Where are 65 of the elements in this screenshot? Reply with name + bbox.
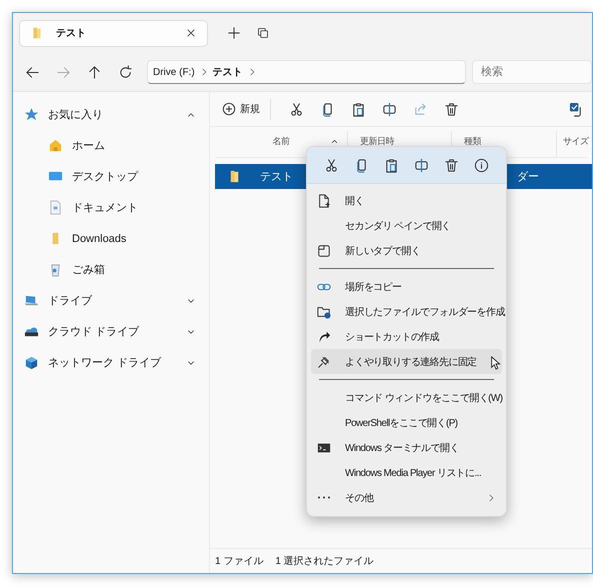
close-icon[interactable] [185, 27, 197, 39]
folder-badge-icon [317, 304, 331, 318]
terminal-icon [317, 440, 331, 454]
cursor-icon [489, 355, 503, 371]
table-cell-text: テスト [260, 170, 293, 184]
menu-item[interactable]: 新しいタブで開く [311, 238, 502, 263]
sidebar-item[interactable]: ネットワーク ドライブ [13, 347, 209, 378]
breadcrumb-item[interactable]: Drive (F:) [153, 66, 195, 78]
cut-icon[interactable] [289, 102, 304, 116]
select-icon[interactable] [569, 102, 584, 116]
paste-icon[interactable] [384, 158, 400, 172]
status-text: 1 選択されたファイル [275, 555, 374, 568]
column-header[interactable]: 種類 [464, 135, 556, 148]
rename-icon[interactable] [382, 102, 397, 116]
sort-caret-icon [330, 137, 339, 146]
delete-icon[interactable] [444, 158, 459, 172]
column-header[interactable]: サイズ [563, 135, 588, 148]
paste-icon[interactable] [351, 102, 366, 116]
sidebar-item[interactable]: ホーム [13, 130, 209, 161]
column-header[interactable]: 更新日時 [360, 135, 451, 148]
sidebar-item[interactable]: ごみ箱 [13, 254, 209, 285]
menu-item[interactable]: コマンド ウィンドウをここで開く(W) [311, 385, 502, 410]
house-icon [48, 138, 63, 153]
column-header[interactable]: 名前 [227, 135, 347, 148]
cut-icon[interactable] [324, 158, 340, 172]
tabs-icon[interactable] [257, 27, 269, 39]
info-icon[interactable] [474, 158, 489, 172]
back-icon[interactable] [25, 64, 40, 80]
breadcrumb-item[interactable]: テスト [212, 65, 243, 79]
search-field[interactable]: 検索 [472, 60, 592, 84]
document-icon [48, 200, 63, 215]
refresh-icon[interactable] [118, 64, 133, 80]
star-icon [24, 107, 39, 122]
sidebar-item[interactable]: クラウド ドライブ [13, 316, 209, 347]
laptop-icon [24, 293, 39, 308]
sidebar-item[interactable]: ドキュメント [13, 192, 209, 223]
copy-icon[interactable] [320, 102, 335, 116]
menu-item[interactable]: その他 [311, 485, 502, 510]
address-field[interactable]: Drive (F:) テスト [147, 60, 466, 84]
rename-icon[interactable] [414, 158, 429, 172]
new-button[interactable]: 新規 [218, 99, 264, 119]
sidebar-item[interactable]: ドライブ [13, 285, 209, 316]
status-text: 1 ファイル [215, 555, 264, 568]
more-icon [317, 496, 331, 498]
plus-circle-icon [222, 102, 236, 116]
window-tab[interactable]: テスト [20, 20, 207, 46]
menu-item[interactable]: よくやり取りする連絡先に固定 [311, 349, 502, 374]
page-icon [317, 194, 331, 208]
tab-icon [317, 244, 331, 258]
menu-item[interactable]: ショートカットの作成 [311, 324, 502, 349]
menu-item[interactable]: Windows Media Player リストに... [311, 460, 502, 485]
menu-item[interactable]: Windows ターミナルで開く [311, 435, 502, 460]
plus-icon[interactable] [227, 26, 241, 40]
table-cell: ダー [517, 171, 539, 183]
cube-icon [24, 355, 39, 370]
menu-item[interactable]: PowerShellをここで開く(P) [311, 410, 502, 435]
menu-item[interactable]: セカンダリ ペインで開く [311, 213, 502, 238]
sidebar-item[interactable]: Downloads [13, 223, 209, 254]
menu-item[interactable]: 場所をコピー [311, 274, 502, 299]
shortcut-arrow-icon [317, 330, 331, 344]
sidebar-item[interactable]: デスクトップ [13, 161, 209, 192]
menu-item[interactable]: 開く [311, 188, 502, 213]
delete-icon[interactable] [444, 102, 459, 116]
up-icon[interactable] [87, 64, 102, 80]
sidebar-item[interactable]: お気に入り [13, 99, 209, 130]
